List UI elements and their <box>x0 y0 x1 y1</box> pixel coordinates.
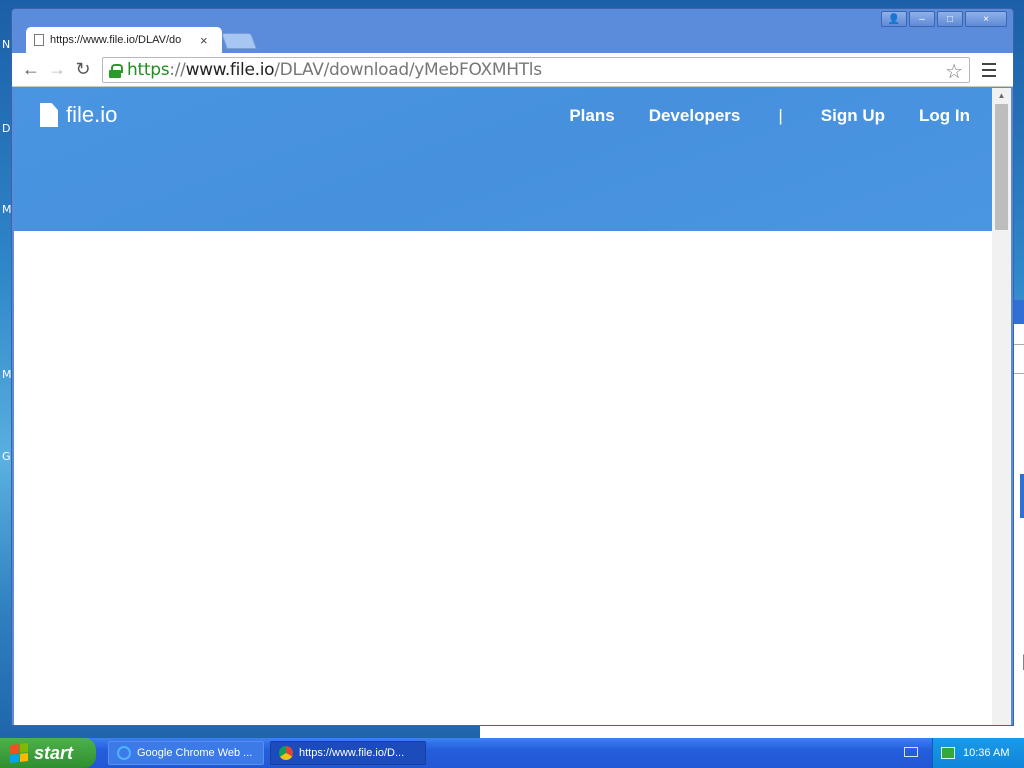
browser-toolbar: ← → ↻ https://www.file.io/DLAV/download/… <box>12 53 1013 87</box>
window-controls: 👤 – □ × <box>881 11 1007 27</box>
windows-logo-icon <box>10 743 28 763</box>
url-host: www.file.io <box>185 59 275 80</box>
nav-developers[interactable]: Developers <box>649 106 741 126</box>
page-viewport: file.io Plans Developers | Sign Up Log I… <box>14 88 1011 725</box>
taskbar: start Google Chrome Web ... https://www.… <box>0 738 1024 768</box>
start-button[interactable]: start <box>0 738 96 768</box>
forward-button[interactable]: → <box>44 57 70 83</box>
taskbar-item-label: Google Chrome Web ... <box>137 747 253 759</box>
site-name: file.io <box>66 102 118 127</box>
taskbar-item-file-io[interactable]: https://www.file.io/D... <box>270 741 426 765</box>
taskbar-item-label: https://www.file.io/D... <box>299 747 405 759</box>
minimize-button[interactable]: – <box>909 11 935 27</box>
site-logo[interactable]: file.io <box>40 102 117 128</box>
new-tab-button[interactable] <box>221 33 257 49</box>
nav-separator: | <box>778 106 783 125</box>
scroll-up-icon[interactable]: ▲ <box>992 88 1011 102</box>
keyboard-icon[interactable] <box>904 747 918 757</box>
bookmark-star-icon[interactable]: ☆ <box>945 59 963 84</box>
chrome-icon <box>279 746 293 760</box>
user-icon[interactable]: 👤 <box>881 11 907 27</box>
background-window-bar <box>1020 474 1024 518</box>
taskbar-item-chrome-web-store[interactable]: Google Chrome Web ... <box>108 741 264 765</box>
site-nav: Plans Developers | Sign Up Log In <box>535 106 970 126</box>
menu-icon[interactable] <box>982 62 996 77</box>
url-path: /DLAV/download/yMebFOXMHTls <box>274 59 542 80</box>
tab-title: https://www.file.io/DLAV/do <box>50 34 182 46</box>
lock-icon <box>109 63 123 78</box>
back-button[interactable]: ← <box>18 57 44 83</box>
site-header: file.io Plans Developers | Sign Up Log I… <box>14 88 992 231</box>
vertical-scrollbar[interactable]: ▲ <box>992 88 1011 725</box>
browser-tab[interactable]: https://www.file.io/DLAV/do × <box>26 27 222 53</box>
desktop-icon-label: N <box>2 38 11 51</box>
maximize-button[interactable]: □ <box>937 11 963 27</box>
close-tab-icon[interactable]: × <box>200 33 208 48</box>
nav-log-in[interactable]: Log In <box>919 106 970 126</box>
address-bar[interactable]: https://www.file.io/DLAV/download/yMebFO… <box>102 56 970 84</box>
close-window-button[interactable]: × <box>965 11 1007 27</box>
scroll-thumb[interactable] <box>995 104 1008 230</box>
system-tray: 10:36 AM <box>932 738 1024 768</box>
page-icon <box>34 34 44 46</box>
title-bar[interactable]: https://www.file.io/DLAV/do × 👤 – □ × <box>12 9 1013 53</box>
url-text: https://www.file.io/DLAV/download/yMebFO… <box>127 60 542 80</box>
network-icon[interactable] <box>941 747 955 759</box>
start-label: start <box>34 742 74 763</box>
ie-icon <box>117 746 131 760</box>
file-icon <box>40 103 58 127</box>
nav-plans[interactable]: Plans <box>569 106 614 126</box>
nav-sign-up[interactable]: Sign Up <box>821 106 885 126</box>
url-separator: :// <box>169 59 186 80</box>
browser-window: https://www.file.io/DLAV/do × 👤 – □ × ← … <box>11 8 1014 726</box>
reload-button[interactable]: ↻ <box>70 57 96 83</box>
url-scheme: https <box>127 59 170 80</box>
clock[interactable]: 10:36 AM <box>963 747 1009 759</box>
desktop-icon-label: G <box>2 450 11 463</box>
desktop-icon-label: D <box>2 122 11 135</box>
